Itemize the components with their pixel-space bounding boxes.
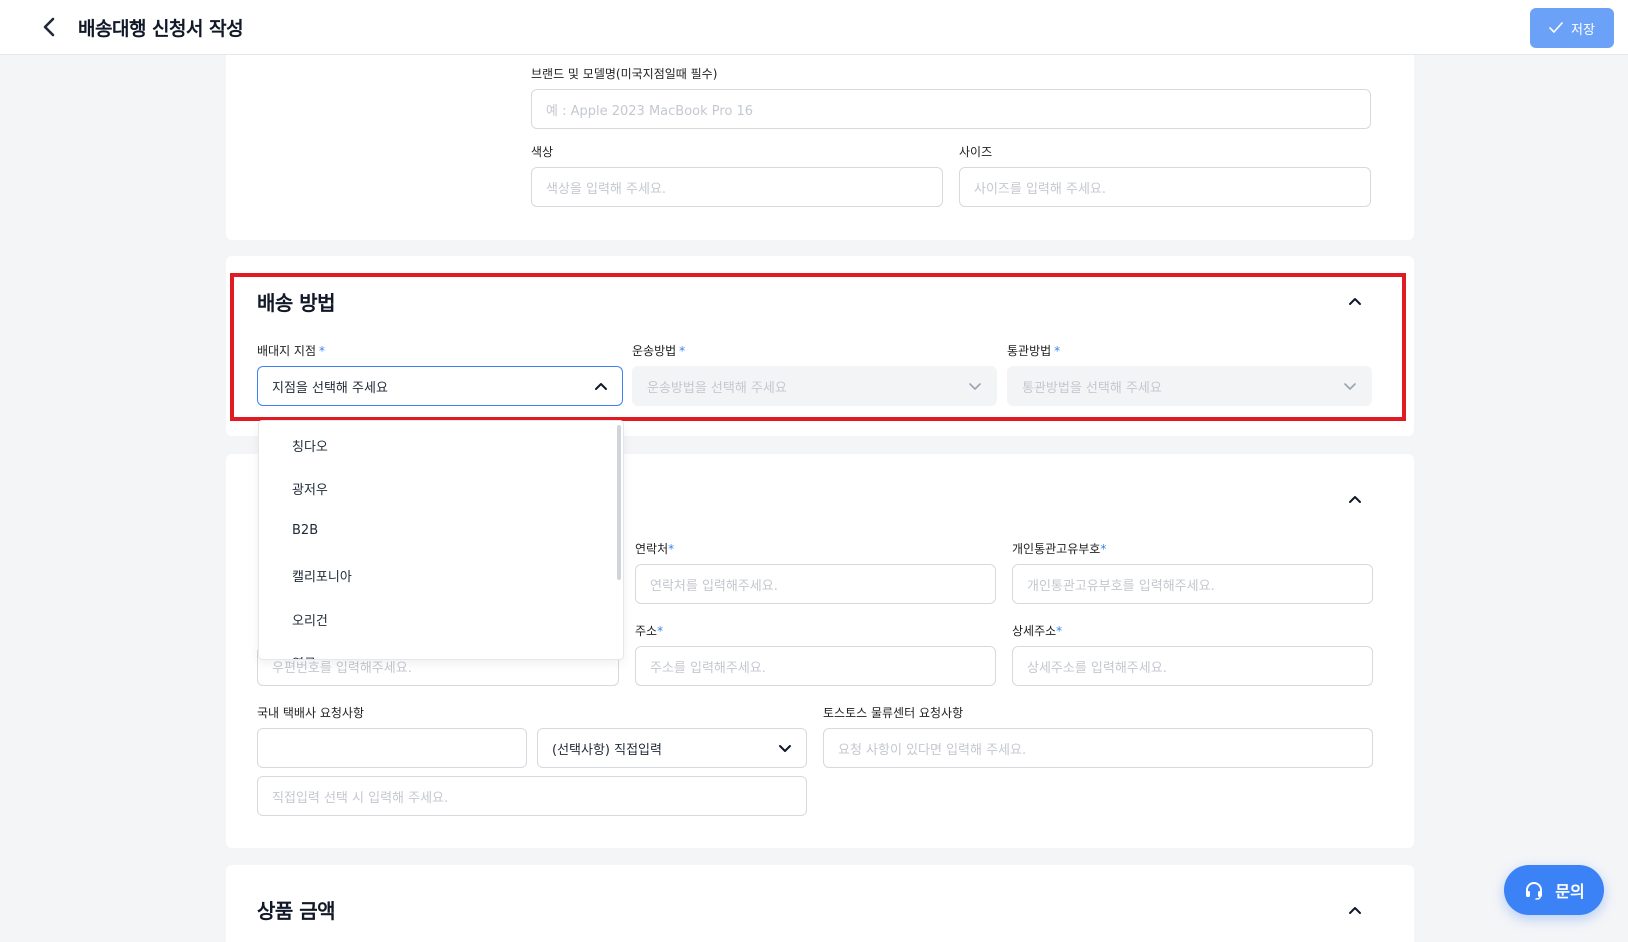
contact-input[interactable]: 연락처를 입력해주세요.	[635, 564, 996, 604]
color-label: 색상	[531, 145, 554, 159]
recipient-collapse-button[interactable]	[1344, 488, 1366, 510]
size-input[interactable]: 사이즈를 입력해 주세요.	[959, 167, 1371, 207]
price-card: 상품 금액	[226, 865, 1414, 942]
size-label: 사이즈	[959, 145, 993, 159]
color-input[interactable]: 색상을 입력해 주세요.	[531, 167, 943, 207]
brand-label: 브랜드 및 모델명(미국지점일때 필수)	[531, 67, 718, 81]
center-request-input[interactable]: 요청 사항이 있다면 입력해 주세요.	[823, 728, 1373, 768]
dropdown-option[interactable]: 영국	[292, 653, 316, 659]
dropdown-scrollbar[interactable]	[617, 425, 621, 580]
save-button-label: 저장	[1571, 22, 1595, 38]
contact-label: 연락처*	[635, 542, 675, 556]
dropdown-option[interactable]: 칭다오	[292, 436, 328, 455]
pccc-input[interactable]: 개인통관고유부호를 입력해주세요.	[1012, 564, 1373, 604]
dropdown-option[interactable]: 광저우	[292, 479, 328, 498]
center-request-label: 토스토스 물류센터 요청사항	[823, 706, 964, 720]
check-icon	[1549, 22, 1563, 33]
courier-request-direct-input[interactable]: 직접입력 선택 시 입력해 주세요.	[257, 776, 807, 816]
courier-request-select-value: (선택사항) 직접입력	[552, 742, 662, 758]
dropdown-option[interactable]: 오리건	[292, 610, 328, 629]
inquiry-button[interactable]: 문의	[1504, 865, 1604, 915]
back-button[interactable]	[36, 14, 62, 40]
detail-address-label: 상세주소*	[1012, 624, 1063, 638]
inquiry-button-label: 문의	[1555, 882, 1585, 901]
chevron-up-icon	[1349, 496, 1361, 503]
courier-request-input[interactable]	[257, 728, 527, 768]
chevron-up-icon	[1349, 907, 1361, 914]
product-info-card: 브랜드 및 모델명(미국지점일때 필수) 예 : Apple 2023 MacB…	[226, 55, 1414, 240]
brand-input[interactable]: 예 : Apple 2023 MacBook Pro 16	[531, 89, 1371, 129]
price-collapse-button[interactable]	[1344, 899, 1366, 921]
dropdown-option[interactable]: B2B	[292, 523, 318, 538]
courier-request-select[interactable]: (선택사항) 직접입력	[537, 728, 807, 768]
save-button[interactable]: 저장	[1530, 8, 1614, 48]
highlight-box	[230, 273, 1406, 421]
price-section-title: 상품 금액	[257, 899, 336, 923]
top-bar: 배송대행 신청서 작성 저장	[0, 0, 1628, 55]
headset-icon	[1526, 882, 1543, 900]
detail-address-input[interactable]: 상세주소를 입력해주세요.	[1012, 646, 1373, 686]
page-title: 배송대행 신청서 작성	[78, 18, 244, 40]
address-input[interactable]: 주소를 입력해주세요.	[635, 646, 996, 686]
courier-request-label: 국내 택배사 요청사항	[257, 706, 364, 720]
address-label: 주소*	[635, 624, 664, 638]
dropdown-option[interactable]: 캘리포니아	[292, 566, 352, 585]
chevron-left-icon	[43, 17, 55, 37]
pccc-label: 개인통관고유부호*	[1012, 542, 1107, 556]
branch-dropdown: 칭다오 광저우 B2B 캘리포니아 오리건 영국	[258, 420, 624, 660]
chevron-down-icon	[778, 741, 792, 755]
